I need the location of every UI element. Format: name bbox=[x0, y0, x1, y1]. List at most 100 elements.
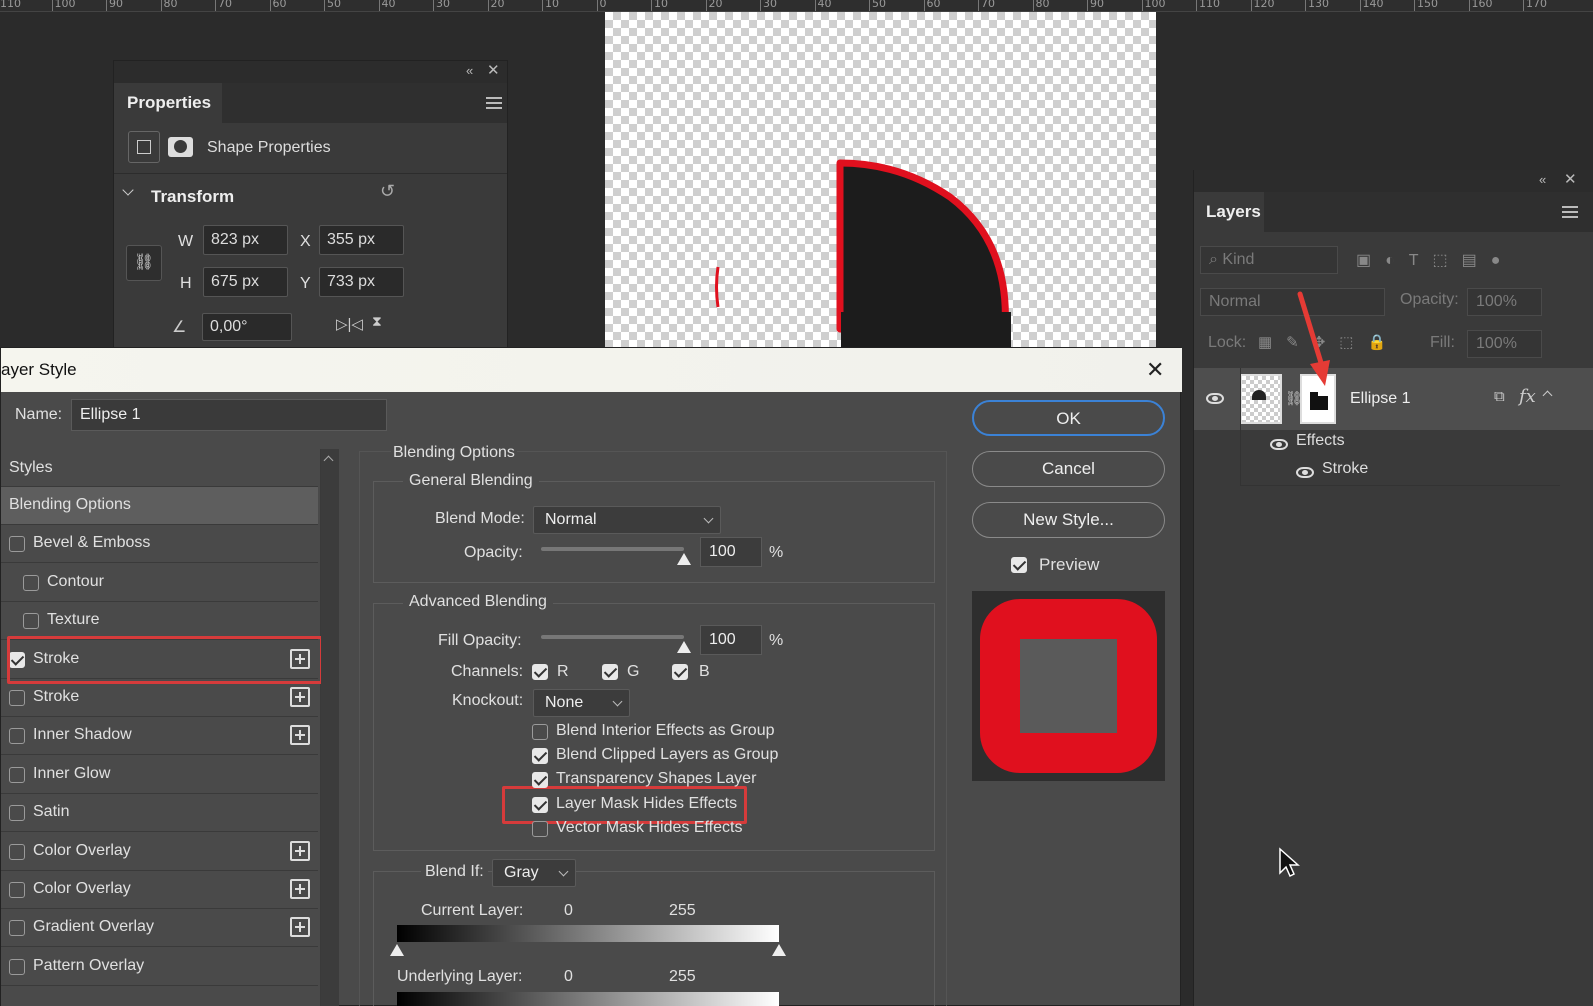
style-checkbox[interactable] bbox=[9, 728, 25, 745]
channel-b-checkbox[interactable] bbox=[672, 664, 688, 680]
style-checkbox[interactable] bbox=[9, 766, 25, 783]
layer-name[interactable]: Ellipse 1 bbox=[1350, 390, 1410, 408]
path-icon[interactable] bbox=[128, 131, 160, 163]
chevron-down-icon[interactable] bbox=[122, 184, 134, 196]
y-field[interactable]: 733 px bbox=[319, 267, 404, 297]
ok-button[interactable]: OK bbox=[972, 400, 1165, 436]
blend-mode-select[interactable]: Normal bbox=[533, 506, 721, 534]
opacity-input[interactable]: 100 bbox=[700, 537, 762, 567]
shape-properties-label: Shape Properties bbox=[207, 139, 331, 156]
style-item-bevel-emboss[interactable]: Bevel & Emboss bbox=[1, 525, 318, 564]
add-effect-plus-icon[interactable] bbox=[290, 687, 310, 707]
style-label: Gradient Overlay bbox=[33, 918, 154, 936]
style-item-color-overlay[interactable]: Color Overlay bbox=[1, 833, 318, 871]
option-checkbox-layer-mask-hides-effects[interactable] bbox=[532, 796, 548, 813]
current-layer-gradient[interactable] bbox=[397, 925, 779, 942]
underlying-layer-gradient[interactable] bbox=[397, 992, 779, 1006]
fill-opacity-slider[interactable] bbox=[541, 635, 684, 639]
style-item-gradient-overlay[interactable]: Gradient Overlay bbox=[1, 909, 318, 948]
layer-thumbnail[interactable] bbox=[1240, 374, 1282, 424]
link-dimensions-icon[interactable]: ⛓ bbox=[126, 245, 162, 281]
mask-icon[interactable] bbox=[168, 137, 193, 157]
close-icon[interactable]: ✕ bbox=[487, 61, 500, 79]
ruler-tick bbox=[160, 0, 162, 11]
chevron-up-icon[interactable] bbox=[1542, 390, 1553, 401]
kind-filter[interactable]: ⌕ Kind bbox=[1200, 246, 1338, 274]
visibility-eye-icon[interactable] bbox=[1206, 393, 1224, 404]
add-effect-plus-icon[interactable] bbox=[290, 917, 310, 938]
add-effect-plus-icon[interactable] bbox=[290, 725, 310, 746]
dialog-titlebar[interactable]: ayer Style ✕ bbox=[1, 348, 1182, 392]
styles-scrollbar[interactable] bbox=[321, 449, 339, 1006]
style-checkbox[interactable] bbox=[9, 690, 25, 706]
close-icon[interactable]: ✕ bbox=[1564, 170, 1577, 188]
fill-opacity-input[interactable]: 100 bbox=[700, 625, 762, 655]
dialog-close-icon[interactable]: ✕ bbox=[1146, 348, 1164, 392]
style-item-stroke[interactable]: Stroke bbox=[1, 679, 318, 717]
width-field[interactable]: 823 px bbox=[203, 225, 288, 255]
style-checkbox[interactable] bbox=[9, 843, 25, 860]
fill-field[interactable]: 100% bbox=[1467, 330, 1542, 358]
style-checkbox[interactable] bbox=[9, 958, 25, 975]
add-effect-plus-icon[interactable] bbox=[290, 840, 310, 861]
add-effect-plus-icon[interactable] bbox=[290, 879, 310, 899]
styles-header[interactable]: Styles bbox=[9, 459, 53, 477]
current-layer-black-thumb[interactable] bbox=[390, 944, 404, 956]
new-style-button[interactable]: New Style... bbox=[972, 502, 1165, 538]
ruler-label: 10 bbox=[545, 0, 559, 10]
style-item-inner-glow[interactable]: Inner Glow bbox=[1, 756, 318, 794]
current-layer-white-thumb[interactable] bbox=[772, 944, 786, 956]
option-checkbox-blend-interior-effects-as-group[interactable] bbox=[532, 724, 548, 740]
style-item-blending-options[interactable]: Blending Options bbox=[1, 487, 318, 525]
filter-icons[interactable]: ▣◐T⬚▤● bbox=[1356, 250, 1514, 270]
option-checkbox-transparency-shapes-layer[interactable] bbox=[532, 772, 548, 789]
effects-eye-icon[interactable] bbox=[1270, 439, 1288, 450]
document-canvas[interactable] bbox=[605, 12, 1156, 347]
channel-g-checkbox[interactable] bbox=[602, 664, 618, 680]
stroke-eye-icon[interactable] bbox=[1296, 467, 1314, 478]
panel-menu-icon[interactable] bbox=[1562, 206, 1578, 218]
tab-properties[interactable]: Properties bbox=[114, 83, 222, 123]
flip-vertical-icon[interactable]: ⧗ bbox=[372, 313, 382, 330]
scroll-up-icon[interactable] bbox=[323, 455, 334, 466]
fill-opacity-slider-thumb[interactable] bbox=[677, 641, 691, 653]
style-checkbox[interactable] bbox=[23, 613, 39, 630]
panel-menu-icon[interactable] bbox=[486, 97, 502, 109]
ruler-tick bbox=[1032, 0, 1034, 11]
opacity-slider[interactable] bbox=[541, 547, 684, 551]
collapse-icon[interactable]: « bbox=[1539, 172, 1546, 187]
knockout-select[interactable]: None bbox=[533, 689, 630, 717]
flip-horizontal-icon[interactable]: ▷|◁ bbox=[336, 315, 363, 333]
ruler-label: 60 bbox=[926, 0, 941, 10]
style-checkbox[interactable] bbox=[9, 920, 25, 937]
style-item-contour[interactable]: Contour bbox=[1, 564, 318, 602]
channel-r-checkbox[interactable] bbox=[532, 664, 548, 680]
style-name-input[interactable]: Ellipse 1 bbox=[71, 399, 387, 431]
style-checkbox[interactable] bbox=[9, 882, 25, 898]
angle-field[interactable]: 0,00° bbox=[202, 313, 292, 341]
reset-icon[interactable]: ↺ bbox=[380, 181, 395, 202]
style-item-texture[interactable]: Texture bbox=[1, 602, 318, 641]
ruler-label: 0 bbox=[599, 0, 607, 10]
style-item-inner-shadow[interactable]: Inner Shadow bbox=[1, 717, 318, 756]
height-field[interactable]: 675 px bbox=[203, 267, 288, 297]
style-item-pattern-overlay[interactable]: Pattern Overlay bbox=[1, 948, 318, 986]
tab-layers[interactable]: Layers bbox=[1194, 192, 1264, 232]
ruler-tick bbox=[596, 0, 598, 11]
style-checkbox[interactable] bbox=[9, 805, 25, 822]
style-checkbox[interactable] bbox=[9, 536, 25, 553]
opacity-field[interactable]: 100% bbox=[1467, 288, 1542, 316]
preview-checkbox[interactable] bbox=[1011, 557, 1027, 573]
fx-icon[interactable]: fx bbox=[1519, 386, 1536, 407]
blend-if-select[interactable]: Gray bbox=[492, 859, 576, 887]
style-item-color-overlay[interactable]: Color Overlay bbox=[1, 871, 318, 909]
layer-row-ellipse[interactable]: ⛓ Ellipse 1 ⧉ fx bbox=[1194, 368, 1593, 430]
cancel-button[interactable]: Cancel bbox=[972, 451, 1165, 487]
style-item-satin[interactable]: Satin bbox=[1, 794, 318, 833]
option-checkbox-vector-mask-hides-effects[interactable] bbox=[532, 820, 548, 837]
x-field[interactable]: 355 px bbox=[319, 225, 404, 255]
option-checkbox-blend-clipped-layers-as-group[interactable] bbox=[532, 748, 548, 765]
style-checkbox[interactable] bbox=[23, 574, 39, 591]
opacity-slider-thumb[interactable] bbox=[677, 553, 691, 565]
collapse-icon[interactable]: « bbox=[466, 63, 473, 78]
